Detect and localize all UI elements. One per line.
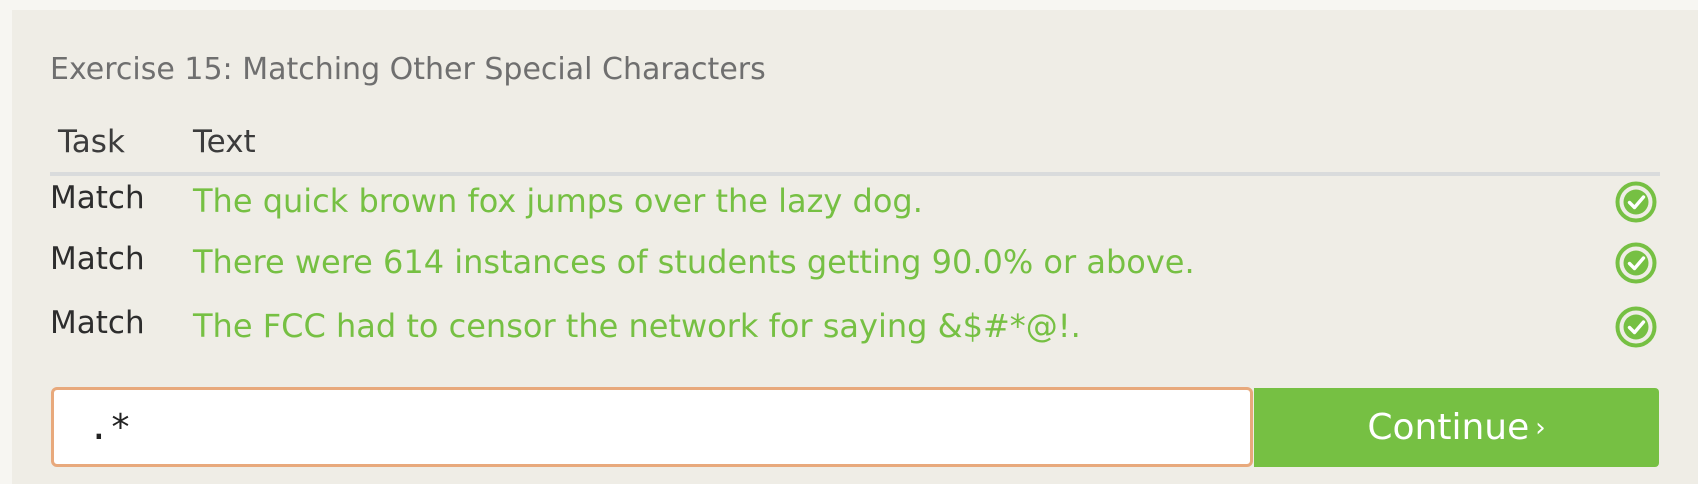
table-row: Match There were 614 instances of studen… xyxy=(50,241,1680,301)
continue-label: Continue xyxy=(1367,407,1530,448)
row-text: The quick brown fox jumps over the lazy … xyxy=(193,182,923,220)
row-task: Match xyxy=(50,305,145,341)
row-text: The FCC had to censor the network for sa… xyxy=(193,307,1081,345)
continue-button[interactable]: Continue › xyxy=(1254,388,1659,467)
row-task: Match xyxy=(50,241,145,277)
chevron-right-icon: › xyxy=(1535,413,1546,443)
column-header-text: Text xyxy=(193,124,256,160)
row-text: There were 614 instances of students get… xyxy=(193,243,1195,281)
check-icon xyxy=(1615,242,1657,284)
regex-input[interactable] xyxy=(51,387,1253,467)
table-header: Task Text xyxy=(50,110,1660,176)
exercise-panel: Exercise 15: Matching Other Special Char… xyxy=(12,10,1698,484)
check-icon xyxy=(1615,306,1657,348)
table-row: Match The FCC had to censor the network … xyxy=(50,305,1680,365)
row-task: Match xyxy=(50,180,145,216)
column-header-task: Task xyxy=(58,124,125,160)
table-row: Match The quick brown fox jumps over the… xyxy=(50,180,1680,240)
check-icon xyxy=(1615,181,1657,223)
exercise-title: Exercise 15: Matching Other Special Char… xyxy=(50,52,766,87)
